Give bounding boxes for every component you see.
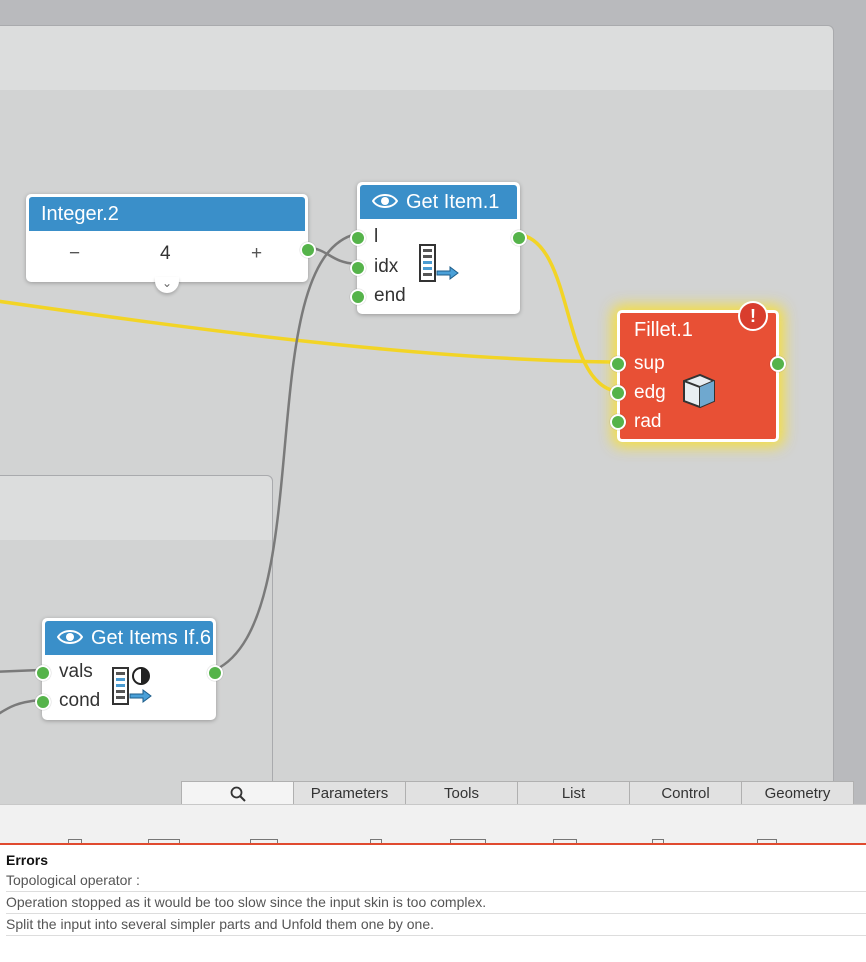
port-label-vals: vals — [59, 661, 93, 682]
list-filter-icon — [111, 666, 153, 713]
wire-vals-in[interactable] — [0, 668, 41, 673]
get-item-node[interactable]: Get Item.1 l idx end — [350, 182, 527, 314]
port-label-rad: rad — [634, 411, 662, 432]
tab-tools[interactable]: Tools — [405, 781, 518, 805]
node-title: Fillet.1 — [634, 319, 693, 341]
input-port-edg[interactable] — [610, 385, 626, 401]
error-line: Operation stopped as it would be too slo… — [6, 892, 866, 914]
increment-button[interactable]: + — [251, 243, 262, 265]
tab-search[interactable] — [181, 781, 294, 805]
port-label-l: l — [374, 226, 379, 247]
fillet-cube-icon — [680, 371, 718, 416]
input-port-end[interactable] — [350, 289, 366, 305]
tab-control[interactable]: Control — [629, 781, 742, 805]
decrement-button[interactable]: − — [69, 243, 80, 265]
input-port-vals[interactable] — [35, 665, 51, 681]
input-port-sup[interactable] — [610, 356, 626, 372]
integer-node[interactable]: Integer.2 − 4 + ⌄ — [26, 194, 316, 293]
eye-icon[interactable] — [371, 186, 399, 219]
error-line: Split the input into several simpler par… — [6, 914, 866, 936]
wire-yellow-sup[interactable] — [0, 299, 616, 364]
output-port[interactable] — [511, 230, 527, 246]
port-label-cond: cond — [59, 690, 101, 711]
port-label-end: end — [374, 285, 406, 306]
tab-parameters[interactable]: Parameters — [293, 781, 406, 805]
port-label-sup: sup — [634, 353, 665, 374]
error-warning-icon[interactable]: ! — [738, 301, 768, 331]
list-item-icon — [418, 243, 460, 288]
get-items-if-node[interactable]: Get Items If.6 vals cond — [35, 618, 223, 720]
errors-panel: Errors Topological operator : Operation … — [0, 843, 866, 962]
input-port-idx[interactable] — [350, 260, 366, 276]
node-title: Integer.2 — [29, 197, 305, 231]
tab-geometry[interactable]: Geometry — [741, 781, 854, 805]
errors-title: Errors — [6, 852, 49, 868]
output-port[interactable] — [300, 242, 316, 258]
wire-yellow-edg[interactable] — [516, 232, 616, 393]
wire-cond-in[interactable] — [0, 698, 41, 720]
fillet-node[interactable]: Fillet.1 ! sup edg rad — [610, 301, 786, 442]
wire-getitems-l[interactable] — [214, 232, 357, 672]
output-port[interactable] — [207, 665, 223, 681]
input-port-rad[interactable] — [610, 414, 626, 430]
input-port-cond[interactable] — [35, 694, 51, 710]
library-tab-bar: Parameters Tools List Control Geometry — [0, 781, 866, 805]
input-port-l[interactable] — [350, 230, 366, 246]
error-line: Topological operator : — [6, 870, 866, 892]
tab-list[interactable]: List — [517, 781, 630, 805]
node-title: Get Item.1 — [406, 191, 500, 213]
eye-icon[interactable] — [56, 622, 84, 655]
library-tool-strip[interactable] — [0, 804, 866, 846]
port-label-idx: idx — [374, 256, 399, 277]
port-label-edg: edg — [634, 382, 666, 403]
search-icon — [230, 785, 246, 802]
node-title: Get Items If.6 — [91, 627, 212, 649]
output-port[interactable] — [770, 356, 786, 372]
integer-value[interactable]: 4 — [160, 243, 171, 265]
